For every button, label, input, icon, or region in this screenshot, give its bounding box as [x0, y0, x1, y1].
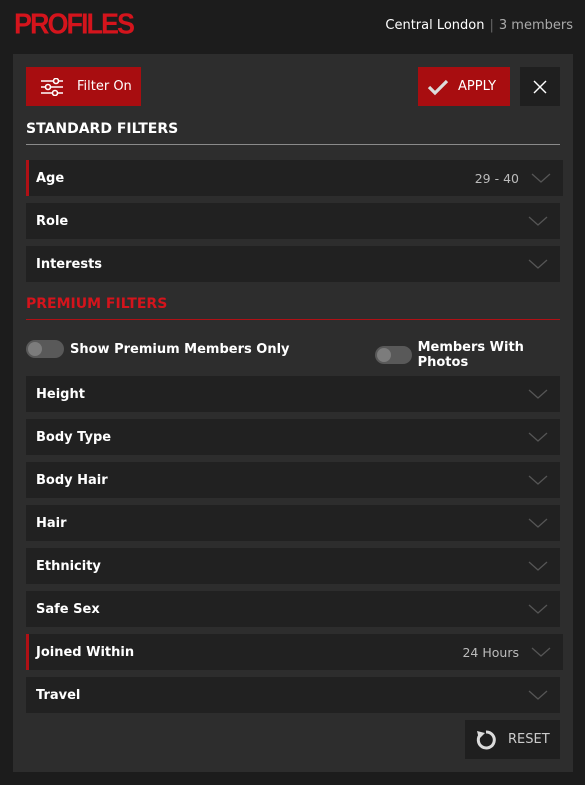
filter-row-role[interactable]: Role	[26, 203, 560, 239]
reset-button[interactable]: RESET	[465, 720, 560, 759]
member-count: 3 members	[498, 18, 573, 33]
chevron-down-icon	[528, 604, 548, 614]
close-icon	[533, 80, 547, 93]
filter-row-height[interactable]: Height	[26, 376, 560, 412]
filter-row-body-hair[interactable]: Body Hair	[26, 462, 560, 498]
filter-row-joined-within[interactable]: Joined Within 24 Hours	[26, 634, 563, 670]
filter-row-safe-sex[interactable]: Safe Sex	[26, 591, 560, 627]
photos-toggle-row: Members With Photos	[375, 340, 573, 370]
premium-only-toggle[interactable]	[26, 340, 64, 358]
photos-toggle[interactable]	[375, 346, 412, 364]
filter-row-body-type[interactable]: Body Type	[26, 419, 560, 455]
filter-row-label: Interests	[36, 256, 103, 272]
chevron-down-icon	[528, 475, 548, 485]
filter-row-age[interactable]: Age 29 - 40	[26, 160, 563, 196]
standard-filters-heading: STANDARD FILTERS	[26, 121, 560, 145]
filter-row-ethnicity[interactable]: Ethnicity	[26, 548, 560, 584]
filter-row-label: Hair	[36, 515, 67, 531]
chevron-down-icon	[531, 173, 551, 183]
location-separator: |	[489, 18, 494, 33]
premium-filters-heading: PREMIUM FILTERS	[26, 296, 560, 320]
filter-row-label: Body Type	[36, 429, 112, 445]
filter-row-label: Role	[36, 213, 69, 229]
filter-row-label: Age	[36, 170, 65, 186]
chevron-down-icon	[531, 647, 551, 657]
checkmark-icon	[427, 79, 449, 95]
filter-row-value: 29 - 40	[474, 170, 519, 186]
premium-only-toggle-label: Show Premium Members Only	[70, 341, 290, 357]
chevron-down-icon	[528, 561, 548, 571]
filter-row-label: Height	[36, 386, 85, 402]
apply-button[interactable]: APPLY	[418, 67, 510, 106]
sliders-icon	[41, 77, 63, 96]
top-bar: PROFILES Central London | 3 members	[0, 0, 585, 54]
filter-row-label: Body Hair	[36, 472, 108, 488]
photos-toggle-label: Members With Photos	[417, 340, 524, 370]
refresh-icon	[476, 729, 496, 749]
filter-row-label: Ethnicity	[36, 558, 101, 574]
chevron-down-icon	[528, 432, 548, 442]
filter-row-value: 24 Hours	[462, 644, 519, 660]
chevron-down-icon	[528, 259, 548, 269]
chevron-down-icon	[528, 389, 548, 399]
premium-only-toggle-row: Show Premium Members Only	[26, 340, 290, 358]
filter-row-label: Safe Sex	[36, 601, 100, 617]
filter-row-label: Joined Within	[36, 644, 135, 660]
chevron-down-icon	[528, 518, 548, 528]
location-name[interactable]: Central London	[385, 18, 484, 33]
chevron-down-icon	[528, 690, 548, 700]
filter-button-label: Filter On	[77, 79, 132, 94]
close-button[interactable]	[520, 67, 560, 106]
filter-row-interests[interactable]: Interests	[26, 246, 560, 282]
filter-panel: Filter On APPLY STANDARD FILTERS Age 29 …	[13, 54, 573, 772]
filter-row-travel[interactable]: Travel	[26, 677, 560, 713]
filter-row-hair[interactable]: Hair	[26, 505, 560, 541]
filter-toggle-button[interactable]: Filter On	[26, 67, 141, 106]
location-info: Central London | 3 members	[385, 18, 573, 33]
filter-row-label: Travel	[36, 687, 81, 703]
chevron-down-icon	[528, 216, 548, 226]
app-logo[interactable]: PROFILES	[14, 8, 135, 41]
reset-button-label: RESET	[508, 732, 550, 747]
apply-button-label: APPLY	[458, 79, 497, 94]
